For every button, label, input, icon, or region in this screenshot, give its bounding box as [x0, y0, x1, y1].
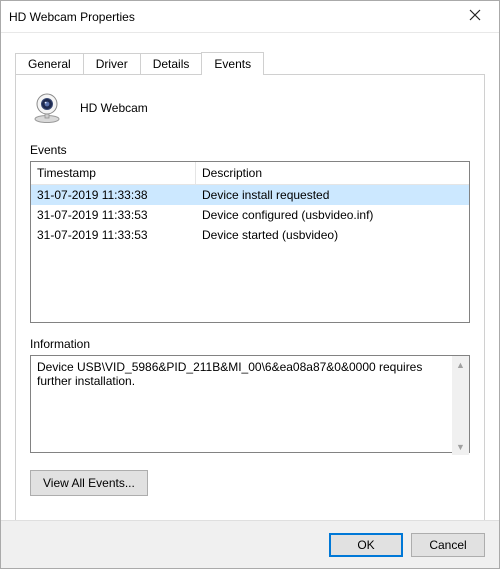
- window-title: HD Webcam Properties: [9, 10, 455, 24]
- events-header: Timestamp Description: [31, 162, 469, 185]
- event-row[interactable]: 31-07-2019 11:33:53 Device started (usbv…: [31, 225, 469, 245]
- tab-strip: General Driver Details Events: [15, 51, 485, 74]
- device-name: HD Webcam: [80, 101, 148, 115]
- scroll-up-icon: ▲: [452, 356, 469, 373]
- event-description: Device install requested: [196, 187, 469, 203]
- event-timestamp: 31-07-2019 11:33:53: [31, 227, 196, 243]
- events-rows: 31-07-2019 11:33:38 Device install reque…: [31, 185, 469, 322]
- col-timestamp[interactable]: Timestamp: [31, 162, 196, 185]
- tab-details[interactable]: Details: [140, 53, 203, 74]
- tab-general[interactable]: General: [15, 53, 84, 74]
- tab-events[interactable]: Events: [201, 52, 264, 75]
- content-area: General Driver Details Events HD Webcam …: [1, 33, 499, 539]
- information-wrap: ▲ ▼: [30, 355, 470, 456]
- title-bar: HD Webcam Properties: [1, 1, 499, 33]
- event-row[interactable]: 31-07-2019 11:33:38 Device install reque…: [31, 185, 469, 205]
- events-label: Events: [30, 143, 470, 157]
- webcam-icon: [30, 91, 64, 125]
- ok-button[interactable]: OK: [329, 533, 403, 557]
- scroll-down-icon: ▼: [452, 438, 469, 455]
- tab-driver[interactable]: Driver: [83, 53, 141, 74]
- event-timestamp: 31-07-2019 11:33:53: [31, 207, 196, 223]
- view-all-events-button[interactable]: View All Events...: [30, 470, 148, 496]
- tab-panel-events: HD Webcam Events Timestamp Description 3…: [15, 74, 485, 539]
- event-description: Device started (usbvideo): [196, 227, 469, 243]
- event-row[interactable]: 31-07-2019 11:33:53 Device configured (u…: [31, 205, 469, 225]
- cancel-button[interactable]: Cancel: [411, 533, 485, 557]
- info-scrollbar[interactable]: ▲ ▼: [452, 356, 469, 455]
- device-header: HD Webcam: [30, 91, 470, 125]
- events-list[interactable]: Timestamp Description 31-07-2019 11:33:3…: [30, 161, 470, 323]
- close-button[interactable]: [455, 3, 495, 31]
- information-label: Information: [30, 337, 470, 351]
- event-description: Device configured (usbvideo.inf): [196, 207, 469, 223]
- information-text[interactable]: [30, 355, 470, 453]
- dialog-footer: OK Cancel: [1, 520, 499, 568]
- event-timestamp: 31-07-2019 11:33:38: [31, 187, 196, 203]
- col-description[interactable]: Description: [196, 162, 469, 185]
- close-icon: [469, 9, 481, 24]
